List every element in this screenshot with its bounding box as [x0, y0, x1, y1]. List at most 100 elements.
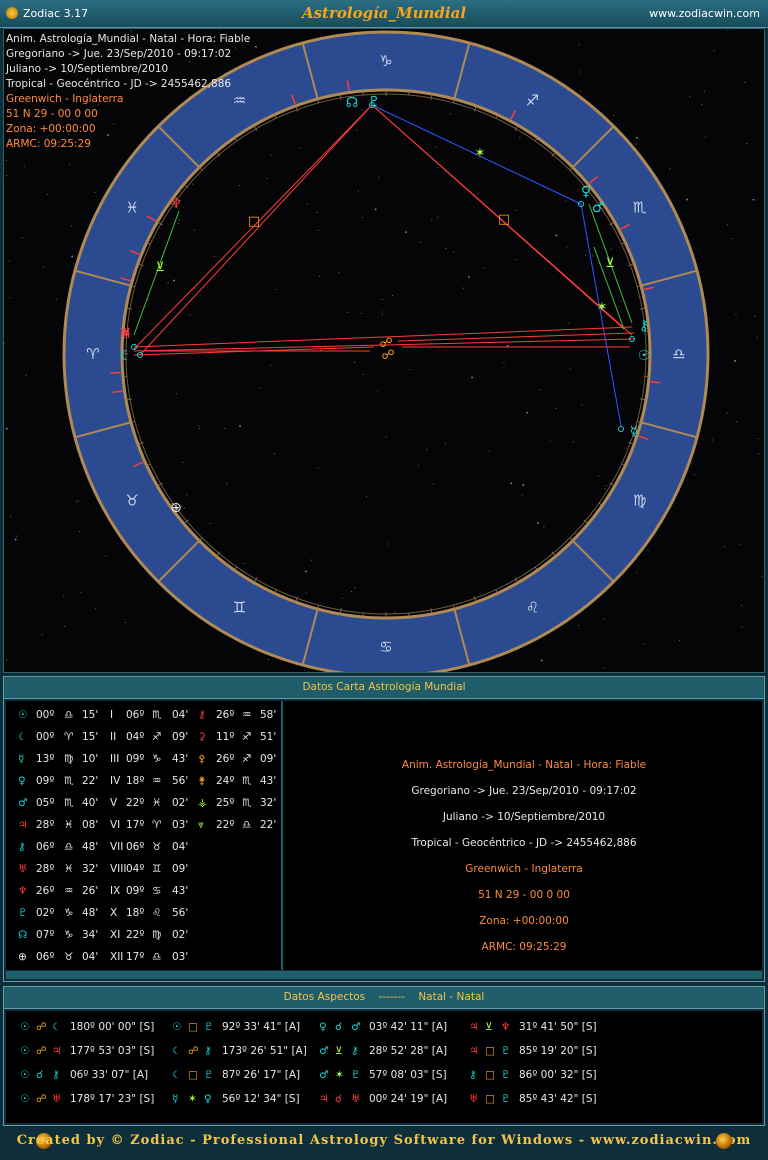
star	[319, 275, 321, 277]
star	[686, 198, 688, 201]
minute-value: 15'	[82, 731, 99, 743]
asteroid-minute: 51'	[260, 731, 277, 743]
aspect-value: 28º 52' 28" [A]	[369, 1045, 448, 1057]
zodiac-globe-icon	[716, 1133, 732, 1149]
star	[63, 595, 65, 597]
aspect-value: 06º 33' 07" [A]	[70, 1069, 149, 1081]
house-minute: 43'	[172, 753, 189, 765]
star	[16, 535, 18, 537]
house-degree: 17º	[126, 951, 145, 963]
house-minute: 09'	[172, 731, 189, 743]
aspect-entry: ☉ □ ♇ 92º 33' 41" [A]	[172, 1021, 322, 1039]
planet-glyph: ☊	[18, 929, 28, 941]
house-minute: 04'	[172, 709, 189, 721]
aspect-value: 00º 24' 19" [A]	[369, 1093, 448, 1105]
planet-glyph: ☾	[18, 731, 28, 743]
house-degree: 17º	[126, 819, 145, 831]
star	[515, 209, 517, 211]
degree-value: 07º	[36, 929, 55, 941]
sign-glyph: ♑	[64, 929, 74, 941]
star	[176, 393, 178, 395]
star	[354, 361, 356, 363]
sign-glyph: ♓	[126, 199, 139, 217]
star	[604, 488, 606, 490]
star	[647, 549, 649, 551]
aspect-entry: ♂ ✶ ♇ 57º 08' 03" [S]	[319, 1069, 469, 1087]
star	[566, 246, 568, 248]
aspect-type-glyph: ☍	[36, 1045, 47, 1057]
aspect-planet-b: ♇	[501, 1093, 511, 1105]
aspect-planet-a: ☾	[172, 1069, 182, 1081]
aspect-entry: ♃ □ ♇ 85º 19' 20" [S]	[469, 1045, 619, 1063]
house-minute: 43'	[172, 885, 189, 897]
asteroid-sign: ♏	[242, 797, 252, 809]
aspect-entry: ☉ ☍ ♃ 177º 53' 03" [S]	[20, 1045, 170, 1063]
planet-glyph: ♂	[18, 797, 28, 809]
chart-data-body: ☉ 00º ♎ 15' I 06º ♏ 04' ⚷ 26º ♒ 58' ☾ 00º ♈ 15' II 04º ♐ 09…	[6, 701, 762, 970]
star	[579, 90, 581, 92]
sign-glyph: ♓	[64, 863, 74, 875]
star	[270, 154, 272, 156]
star	[761, 575, 763, 577]
star	[55, 298, 57, 300]
website-link[interactable]: www.zodiacwin.com	[649, 7, 760, 20]
house-sign: ♋	[152, 885, 162, 897]
mercury-glyph: ☿	[630, 424, 639, 440]
planet-glyph: ⊕	[18, 951, 27, 963]
aspect-type-glyph: ⊻	[485, 1021, 493, 1033]
star	[360, 109, 362, 111]
star	[305, 570, 307, 573]
aspect-planet-a: ♂	[319, 1069, 329, 1081]
house-sign: ♉	[152, 841, 162, 853]
aspect-planet-a: ♃	[319, 1093, 329, 1105]
house-number: IV	[110, 775, 121, 787]
aspect-planet-a: ☉	[20, 1045, 30, 1057]
chart-info-line: Gregoriano -> Jue. 23/Sep/2010 - 09:17:0…	[6, 48, 232, 60]
neptune-glyph: ♆	[170, 196, 183, 212]
aspect-value: 92º 33' 41" [A]	[222, 1021, 301, 1033]
position-row: ♀ 09º ♏ 22' IV 18º ♒ 56' ⚵ 24º ♏ 43'	[14, 775, 284, 795]
opposition-aspect-glyph: ☍	[381, 348, 394, 363]
star	[519, 137, 521, 139]
star	[273, 453, 275, 455]
aspect-type-glyph: □	[188, 1021, 198, 1033]
house-degree: 06º	[126, 709, 145, 721]
asteroid-degree: 24º	[216, 775, 235, 787]
aspect-entry: ♃ ☌ ♅ 00º 24' 19" [A]	[319, 1093, 469, 1111]
star	[69, 164, 71, 166]
house-degree: 04º	[126, 863, 145, 875]
aspect-entry: ♅ □ ♇ 85º 43' 42" [S]	[469, 1093, 619, 1111]
star	[5, 427, 8, 430]
degree-value: 02º	[36, 907, 55, 919]
asteroid-sign: ♏	[242, 775, 252, 787]
star	[305, 592, 307, 594]
star	[713, 50, 715, 52]
chart-detail-line: Zona: +00:00:00	[479, 915, 569, 927]
asteroid-sign: ♐	[242, 731, 252, 743]
star	[543, 526, 545, 528]
star	[522, 484, 525, 487]
star	[361, 216, 363, 218]
star	[6, 659, 8, 661]
house-minute: 56'	[172, 907, 189, 919]
aspects-body: ☉ ☍ ☾ 180º 00' 00" [S] ☉ ☍ ♃ 177º 53' 03" [S] ☉ ☌…	[6, 1011, 762, 1123]
house-sign: ♏	[152, 709, 162, 721]
star	[362, 373, 364, 375]
sign-glyph: ♒	[64, 885, 74, 897]
aspect-planet-b: ♆	[501, 1021, 511, 1033]
house-minute: 03'	[172, 819, 189, 831]
house-sign: ♎	[152, 951, 162, 963]
house-number: II	[110, 731, 117, 743]
star	[194, 287, 196, 289]
house-number: IX	[110, 885, 121, 897]
star	[757, 438, 759, 440]
chiron-glyph: ⚷	[639, 318, 649, 334]
star	[669, 168, 671, 170]
house-minute: 02'	[172, 797, 189, 809]
degree-value: 05º	[36, 797, 55, 809]
asteroid-glyph: ⚳	[198, 731, 206, 743]
star	[198, 425, 200, 427]
chart-info-line: Juliano -> 10/Septiembre/2010	[6, 63, 169, 75]
aspect-planet-a: ♅	[469, 1093, 479, 1105]
star	[462, 287, 464, 289]
